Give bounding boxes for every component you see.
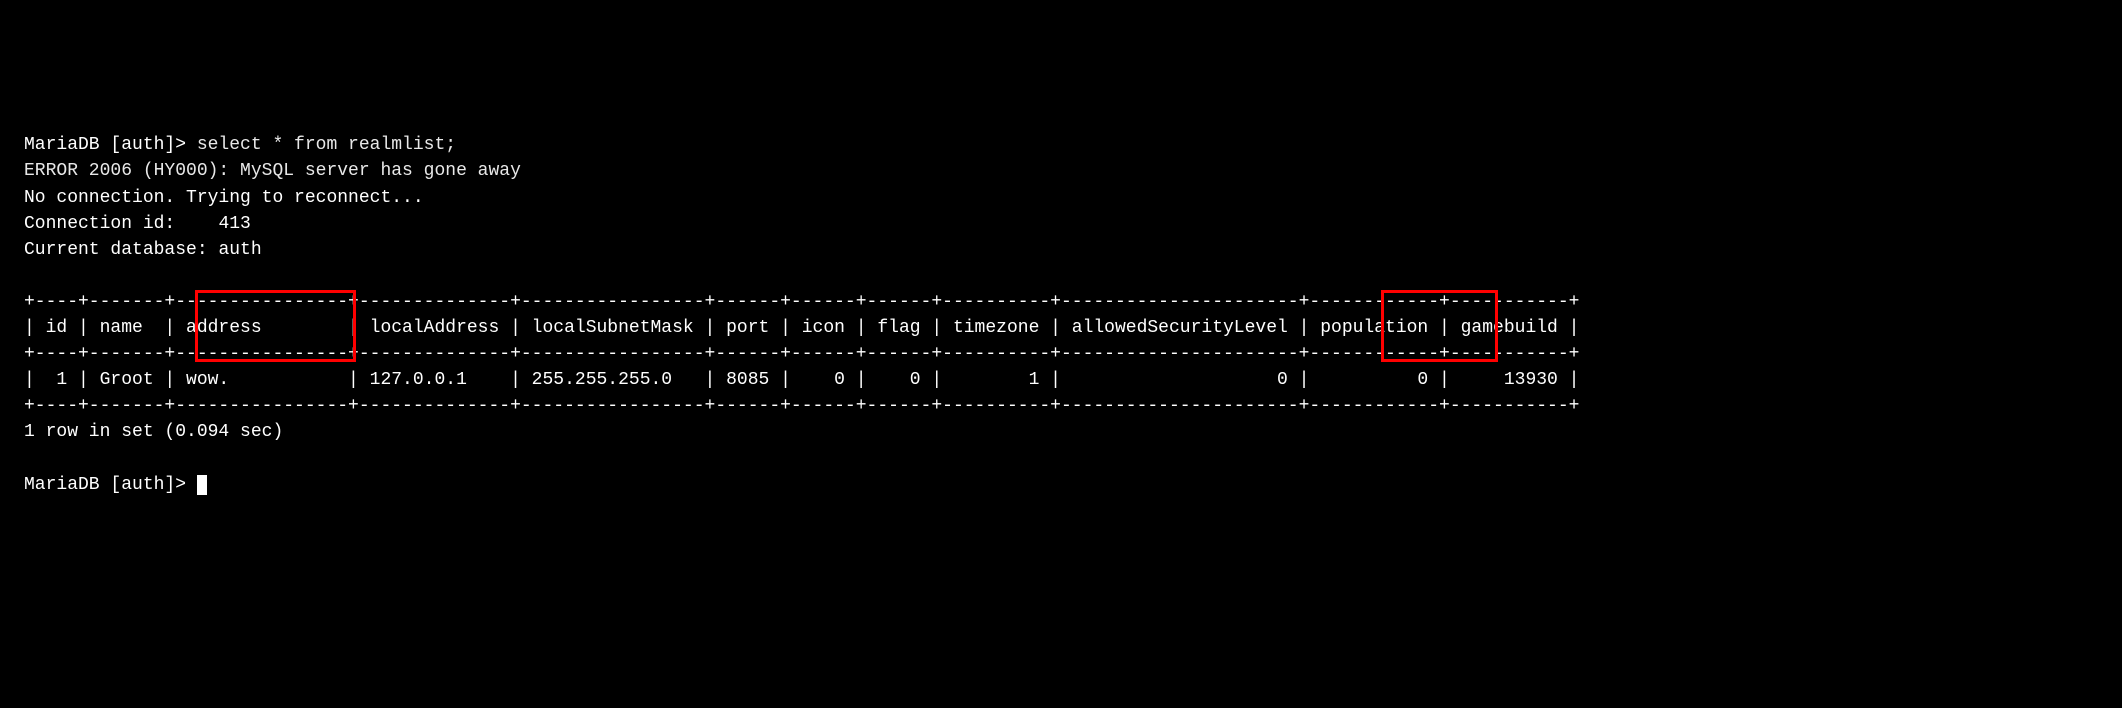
table-row: | 1 | Groot | wow. | 127.0.0.1 | 255.255… [24,370,1579,390]
terminal-output: MariaDB [auth]> select * from realmlist;… [24,132,2098,550]
mariadb-prompt-end[interactable]: MariaDB [auth]> [24,475,197,495]
cursor[interactable] [197,475,207,495]
error-message: ERROR 2006 (HY000): MySQL server has gon… [24,161,521,181]
current-database-value: auth [218,240,261,260]
mariadb-prompt: MariaDB [auth]> [24,135,197,155]
connection-id-value: 413 [218,214,250,234]
result-summary: 1 row in set (0.094 sec) [24,422,283,442]
table-border-mid: +----+-------+----------------+---------… [24,344,1579,364]
table-border-bottom: +----+-------+----------------+---------… [24,396,1579,416]
connection-id-label: Connection id: [24,214,218,234]
table-header: | id | name | address | localAddress | l… [24,318,1579,338]
current-database-label: Current database: [24,240,218,260]
reconnect-message: No connection. Trying to reconnect... [24,188,424,208]
table-border-top: +----+-------+----------------+---------… [24,292,1579,312]
sql-query: select * from realmlist; [197,135,456,155]
